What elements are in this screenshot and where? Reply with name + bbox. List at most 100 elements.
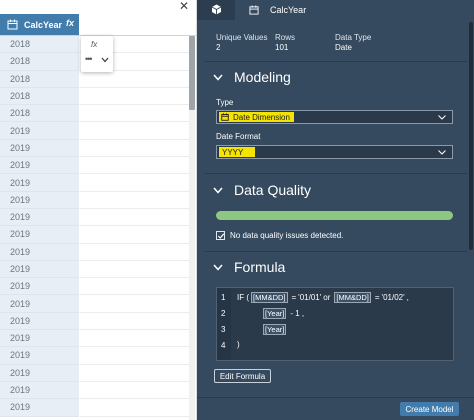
table-row[interactable]: 2018 [0,87,190,106]
table-cell[interactable]: 2018 [0,53,79,71]
properties-panel: CalcYear Unique Values 2 Rows 101 Data T… [197,0,474,420]
table-cell[interactable]: 2018 [0,105,79,123]
chevron-down-icon [438,115,446,120]
chevron-down-icon[interactable] [101,57,109,63]
more-options-icon[interactable]: ••• [85,54,93,64]
table-row[interactable]: 2019 [0,208,190,227]
section-header-data-quality[interactable]: Data Quality [213,182,311,198]
edit-formula-button[interactable]: Edit Formula [214,369,271,383]
grid-vertical-scrollbar[interactable] [189,36,195,420]
table-cell[interactable]: 2019 [0,399,79,417]
empty-cell [80,157,190,175]
panel-scrollbar[interactable] [469,22,473,250]
check-icon [217,233,225,239]
data-quality-bar [216,211,453,220]
table-cell[interactable]: 2018 [0,87,79,106]
type-select-value: Date Dimension [219,112,294,122]
table-cell[interactable]: 2019 [0,312,79,331]
table-cell[interactable]: 2019 [0,174,79,192]
table-row[interactable]: 2019 [0,139,190,158]
table-cell[interactable]: 2019 [0,226,79,244]
grid-topbar: ✕ [0,0,196,13]
date-format-value: YYYY [219,147,256,157]
empty-cell [80,278,190,296]
formula-if: IF ( [237,293,249,302]
section-header-formula[interactable]: Formula [213,259,285,275]
table-cell[interactable]: 2019 [0,157,79,175]
table-row[interactable]: 2019 [0,191,190,209]
empty-cell [80,330,190,348]
line-number: 1 [221,293,226,302]
date-format-select[interactable]: YYYY [216,145,453,159]
table-row[interactable]: 2019 [0,347,190,365]
data-quality-message: No data quality issues detected. [230,231,344,240]
table-row[interactable]: 2019 [0,399,190,417]
chevron-down-icon [213,187,223,194]
empty-cell [80,347,190,365]
empty-cell [80,261,190,279]
create-model-button[interactable]: Create Model [400,402,459,416]
section-header-modeling[interactable]: Modeling [213,69,291,85]
empty-cell [80,313,190,331]
formula-editor[interactable]: 1 2 3 4 IF ( [MM&DD] = '01/01' or [MM&DD… [216,287,454,361]
close-icon[interactable]: ✕ [179,0,189,13]
cube-icon [211,4,222,15]
grid-header: CalcYear fx [0,14,196,36]
table-row[interactable]: 2019 [0,364,190,382]
table-cell[interactable]: 2019 [0,330,79,348]
table-row[interactable]: 2019 [0,312,190,331]
empty-cell [80,209,190,227]
fx-icon[interactable]: fx [91,40,97,49]
data-quality-checkbox[interactable] [216,231,225,240]
empty-column-header [80,14,196,35]
calendar-icon [7,19,18,30]
chevron-down-icon [438,150,446,155]
table-row[interactable]: 2019 [0,381,190,400]
column-header-calcyear[interactable]: CalcYear fx [0,14,79,35]
scrollbar-thumb[interactable] [189,36,195,110]
table-cell[interactable]: 2019 [0,191,79,209]
chevron-down-icon [213,264,223,271]
table-row[interactable]: 2018 [0,70,190,88]
table-cell[interactable]: 2018 [0,36,79,54]
table-cell[interactable]: 2019 [0,139,79,158]
formula-line-2: [Year] - 1 , [261,308,306,319]
table-row[interactable]: 2019 [0,157,190,175]
table-row[interactable]: 2019 [0,278,190,296]
empty-cell [80,382,190,400]
table-cell[interactable]: 2019 [0,260,79,279]
table-row[interactable]: 2019 [0,330,190,348]
table-cell[interactable]: 2019 [0,295,79,313]
table-cell[interactable]: 2019 [0,243,79,261]
table-cell[interactable]: 2019 [0,381,79,400]
formula-line-4: ) [237,340,240,349]
chevron-down-icon [213,74,223,81]
table-row[interactable]: 2019 [0,122,190,140]
table-row[interactable]: 2019 [0,260,190,279]
table-row[interactable]: 2019 [0,295,190,313]
table-cell[interactable]: 2018 [0,70,79,88]
type-select[interactable]: Date Dimension [216,110,453,124]
stat-label: Data Type [335,33,372,42]
section-title-modeling: Modeling [234,69,291,85]
table-cell[interactable]: 2019 [0,278,79,296]
empty-cell [80,226,190,244]
tab-calcyear[interactable]: CalcYear [235,0,474,20]
table-row[interactable]: 2019 [0,174,190,192]
formula-operator: = [374,293,380,302]
table-cell[interactable]: 2019 [0,122,79,140]
table-row[interactable]: 2019 [0,243,190,261]
tab-properties[interactable] [197,0,235,20]
line-number: 3 [221,325,226,334]
table-cell[interactable]: 2019 [0,208,79,227]
table-row[interactable]: 2019 [0,226,190,244]
section-title-data-quality: Data Quality [234,182,312,198]
formula-fx-icon[interactable]: fx [66,18,74,28]
stat-value: Date [335,43,352,52]
formula-popup: fx ••• [81,36,113,72]
table-row[interactable]: 2018 [0,105,190,123]
table-cell[interactable]: 2019 [0,347,79,365]
section-divider [205,251,467,252]
type-label: Type [216,98,234,107]
table-cell[interactable]: 2019 [0,364,79,382]
